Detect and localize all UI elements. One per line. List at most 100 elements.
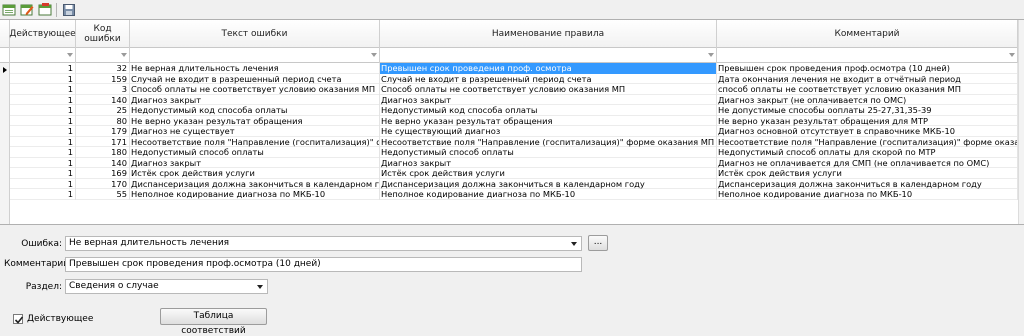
table-row[interactable]: 1 159 Случай не входит в разрешенный перио… [10, 73, 1024, 84]
header-comment[interactable]: Комментарий [717, 20, 1018, 48]
cell-code[interactable]: 140 [76, 157, 130, 168]
comment-field[interactable]: Превышен срок проведения проф.осмотра (1… [65, 257, 582, 272]
cell-active[interactable]: 1 [10, 189, 76, 200]
cell-error-text[interactable]: Диагноз закрыт [130, 94, 380, 105]
filter-rule-name[interactable] [380, 48, 717, 63]
error-select[interactable]: Не верная длительность лечения [65, 236, 582, 251]
section-select[interactable]: Сведения о случае [65, 279, 268, 294]
cell-active[interactable]: 1 [10, 94, 76, 105]
cell-error-text[interactable]: Неполное кодирование диагноза по МКБ-10 [130, 189, 380, 200]
cell-error-text[interactable]: Диагноз закрыт [130, 157, 380, 168]
filter-icon[interactable] [708, 53, 714, 57]
cell-rule-name[interactable]: Неполное кодирование диагноза по МКБ-10 [380, 189, 717, 200]
table-row[interactable]: 1 180 Недопустимый способ оплаты Недопустим… [10, 147, 1024, 158]
cell-active[interactable]: 1 [10, 178, 76, 189]
cell-error-text[interactable]: Истёк срок действия услуги [130, 168, 380, 179]
cell-rule-name[interactable]: Способ оплаты не соответствует условию о… [380, 84, 717, 95]
cell-active[interactable]: 1 [10, 73, 76, 84]
cell-error-text[interactable]: Несоответствие поля "Направление (госпит… [130, 136, 380, 147]
table-row[interactable]: 1 80 Не верно указан результат обращения Не… [10, 115, 1024, 126]
cell-active[interactable]: 1 [10, 126, 76, 137]
table-row[interactable]: 1 55 Неполное кодирование диагноза по МКБ-… [10, 189, 1024, 200]
chevron-down-icon[interactable] [571, 242, 577, 246]
filter-active[interactable] [10, 48, 76, 63]
cell-error-text[interactable]: Диагноз не существует [130, 126, 380, 137]
filter-icon[interactable] [67, 53, 73, 57]
cell-comment[interactable]: Истёк срок действия услуги [717, 168, 1018, 179]
filter-error-text[interactable] [130, 48, 380, 63]
filter-comment[interactable] [717, 48, 1018, 63]
table-row[interactable]: 1 140 Диагноз закрыт Диагноз закрыт Диагноз … [10, 94, 1024, 105]
table-row[interactable]: 1 169 Истёк срок действия услуги Истёк срок… [10, 168, 1024, 179]
cell-code[interactable]: 169 [76, 168, 130, 179]
save-icon[interactable] [61, 2, 76, 17]
cell-code[interactable]: 25 [76, 105, 130, 116]
cell-code[interactable]: 3 [76, 84, 130, 95]
cell-rule-name[interactable]: Истёк срок действия услуги [380, 168, 717, 179]
cell-error-text[interactable]: Недопустимый способ оплаты [130, 147, 380, 158]
cell-active[interactable]: 1 [10, 115, 76, 126]
cell-code[interactable]: 180 [76, 147, 130, 158]
filter-icon[interactable] [121, 53, 127, 57]
table-row[interactable]: 1 170 Диспансеризация должна закончиться в… [10, 178, 1024, 189]
cell-comment[interactable]: Диспансеризация должна закончиться в кал… [717, 178, 1018, 189]
cell-active[interactable]: 1 [10, 84, 76, 95]
cell-rule-name[interactable]: Диагноз закрыт [380, 94, 717, 105]
cell-error-text[interactable]: Способ оплаты не соответствует условию о… [130, 84, 380, 95]
cell-active[interactable]: 1 [10, 105, 76, 116]
cell-comment[interactable]: Диагноз не оплачивается для СМП (не опла… [717, 157, 1018, 168]
cell-rule-name[interactable]: Не верно указан результат обращения [380, 115, 717, 126]
cell-error-text[interactable]: Недопустимый код способа оплаты [130, 105, 380, 116]
cell-rule-name[interactable]: Превышен срок проведения проф. осмотра [380, 63, 717, 74]
cell-error-text[interactable]: Диспансеризация должна закончиться в кал… [130, 178, 380, 189]
cell-comment[interactable]: Недопустимый способ оплаты для скорой по… [717, 147, 1018, 158]
error-browse-button[interactable]: ... [588, 235, 608, 251]
cell-rule-name[interactable]: Несоответствие поля "Направление (госпит… [380, 136, 717, 147]
cell-code[interactable]: 32 [76, 63, 130, 74]
table-row[interactable]: 1 140 Диагноз закрыт Диагноз закрыт Диагноз … [10, 157, 1024, 168]
add-record-icon[interactable] [1, 2, 16, 17]
active-checkbox[interactable] [13, 314, 24, 324]
cell-comment[interactable]: Диагноз закрыт (не оплачивается по ОМС) [717, 94, 1018, 105]
cell-error-text[interactable]: Случай не входит в разрешенный период сч… [130, 73, 380, 84]
cell-comment[interactable]: способ оплаты не соответствует условию о… [717, 84, 1018, 95]
header-error-text[interactable]: Текст ошибки [130, 20, 380, 48]
cell-code[interactable]: 55 [76, 189, 130, 200]
cell-rule-name[interactable]: Случай не входит в разрешенный период сч… [380, 73, 717, 84]
cell-rule-name[interactable]: Не существующий диагноз [380, 126, 717, 137]
cell-error-text[interactable]: Не верно указан результат обращения [130, 115, 380, 126]
vertical-scrollbar[interactable] [1018, 20, 1024, 224]
cell-code[interactable]: 159 [76, 73, 130, 84]
cell-error-text[interactable]: Не верная длительность лечения [130, 63, 380, 74]
active-label[interactable]: Действующее [27, 314, 107, 324]
table-row[interactable]: 1 3 Способ оплаты не соответствует условию… [10, 84, 1024, 95]
cell-comment[interactable]: Диагноз основной отсутствует в справочни… [717, 126, 1018, 137]
cell-rule-name[interactable]: Недопустимый код способа оплаты [380, 105, 717, 116]
chevron-down-icon[interactable] [257, 285, 263, 289]
filter-icon[interactable] [1009, 53, 1015, 57]
edit-record-icon[interactable] [19, 2, 34, 17]
header-active[interactable]: Действующее [9, 20, 76, 48]
cell-code[interactable]: 179 [76, 126, 130, 137]
header-rule-name[interactable]: Наименование правила [380, 20, 717, 48]
cell-active[interactable]: 1 [10, 168, 76, 179]
cell-rule-name[interactable]: Диспансеризация должна закончиться в кал… [380, 178, 717, 189]
table-row[interactable]: 1 179 Диагноз не существует Не существующий… [10, 126, 1024, 137]
cell-active[interactable]: 1 [10, 63, 76, 74]
mapping-table-button[interactable]: Таблица соответствий [160, 308, 267, 336]
table-row[interactable]: 1 32 Не верная длительность лечения Превыше… [10, 63, 1024, 74]
cell-code[interactable]: 80 [76, 115, 130, 126]
cell-comment[interactable]: Дата окончания лечения не входит в отчёт… [717, 73, 1018, 84]
cell-active[interactable]: 1 [10, 147, 76, 158]
cell-code[interactable]: 171 [76, 136, 130, 147]
cell-comment[interactable]: Не допустимые способы ооплаты 25-27,31,3… [717, 105, 1018, 116]
filter-icon[interactable] [371, 53, 377, 57]
cell-active[interactable]: 1 [10, 157, 76, 168]
table-row[interactable]: 1 25 Недопустимый код способа оплаты Недопу… [10, 105, 1024, 116]
table-row[interactable]: 1 171 Несоответствие поля "Направление (го… [10, 136, 1024, 147]
cell-active[interactable]: 1 [10, 136, 76, 147]
cell-comment[interactable]: Превышен срок проведения проф.осмотра (1… [717, 63, 1018, 74]
cell-code[interactable]: 140 [76, 94, 130, 105]
cell-rule-name[interactable]: Диагноз закрыт [380, 157, 717, 168]
cell-code[interactable]: 170 [76, 178, 130, 189]
